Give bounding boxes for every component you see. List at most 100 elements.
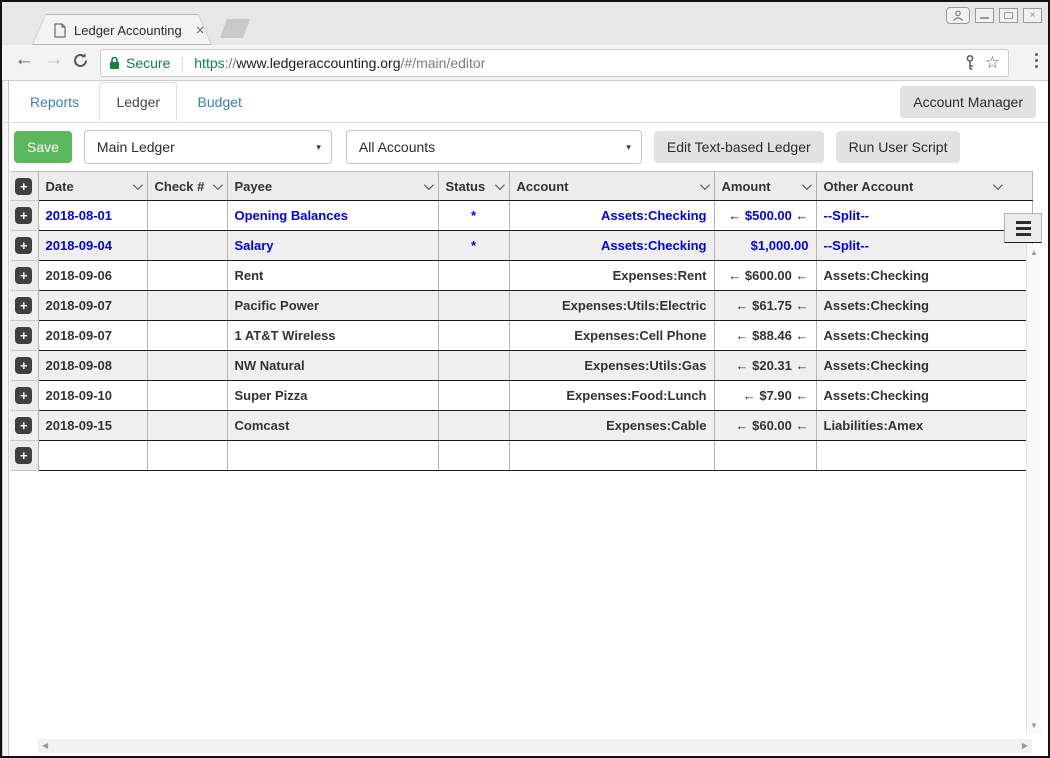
- edit-text-ledger-button[interactable]: Edit Text-based Ledger: [654, 131, 824, 163]
- maximize-button[interactable]: [999, 8, 1018, 23]
- scroll-down-icon[interactable]: ▼: [1030, 721, 1038, 730]
- close-button[interactable]: ×: [1023, 8, 1042, 23]
- cell-date[interactable]: 2018-08-01: [38, 201, 147, 231]
- cell-payee[interactable]: Pacific Power: [227, 291, 438, 321]
- column-header-date[interactable]: Date: [38, 172, 147, 201]
- accounts-select[interactable]: All Accounts ▾: [346, 130, 642, 164]
- cell-status[interactable]: [438, 381, 509, 411]
- cell-other_account[interactable]: Assets:Checking: [816, 321, 1032, 351]
- cell-check[interactable]: [147, 291, 227, 321]
- forward-icon[interactable]: →: [42, 49, 66, 71]
- cell-amount[interactable]: $1,000.00: [714, 231, 816, 261]
- cell-other_account[interactable]: Assets:Checking: [816, 261, 1032, 291]
- cell-status[interactable]: [438, 441, 509, 471]
- add-row-button[interactable]: +: [15, 417, 32, 434]
- cell-payee[interactable]: Super Pizza: [227, 381, 438, 411]
- cell-amount[interactable]: [714, 441, 816, 471]
- add-row-button[interactable]: +: [15, 327, 32, 344]
- cell-account[interactable]: Expenses:Rent: [509, 261, 714, 291]
- cell-amount[interactable]: ← $61.75 ←: [714, 291, 816, 321]
- cell-date[interactable]: [38, 441, 147, 471]
- cell-other_account[interactable]: [816, 441, 1032, 471]
- key-icon[interactable]: [965, 55, 975, 71]
- cell-payee[interactable]: Rent: [227, 261, 438, 291]
- cell-status[interactable]: [438, 291, 509, 321]
- cell-status[interactable]: *: [438, 231, 509, 261]
- cell-other_account[interactable]: --Split--: [816, 231, 1032, 261]
- cell-amount[interactable]: ← $500.00 ←: [714, 201, 816, 231]
- account-manager-button[interactable]: Account Manager: [900, 86, 1036, 118]
- cell-payee[interactable]: Salary: [227, 231, 438, 261]
- cell-amount[interactable]: ← $600.00 ←: [714, 261, 816, 291]
- cell-check[interactable]: [147, 411, 227, 441]
- bookmark-star-icon[interactable]: ☆: [985, 53, 1000, 73]
- add-row-button[interactable]: +: [15, 267, 32, 284]
- add-row-button[interactable]: +: [15, 387, 32, 404]
- cell-account[interactable]: Expenses:Cable: [509, 411, 714, 441]
- tab-close-icon[interactable]: ×: [196, 23, 205, 38]
- cell-amount[interactable]: ← $60.00 ←: [714, 411, 816, 441]
- add-row-button[interactable]: +: [15, 207, 32, 224]
- cell-check[interactable]: [147, 201, 227, 231]
- cell-status[interactable]: [438, 261, 509, 291]
- cell-check[interactable]: [147, 381, 227, 411]
- cell-payee[interactable]: NW Natural: [227, 351, 438, 381]
- horizontal-scrollbar[interactable]: ◀ ▶: [38, 739, 1032, 753]
- cell-payee[interactable]: Comcast: [227, 411, 438, 441]
- tab-ledger[interactable]: Ledger: [99, 82, 177, 121]
- tab-budget[interactable]: Budget: [182, 83, 258, 120]
- vertical-scrollbar[interactable]: ▲ ▼: [1026, 244, 1041, 734]
- cell-other_account[interactable]: --Split--: [816, 201, 1032, 231]
- cell-payee[interactable]: [227, 441, 438, 471]
- add-row-button[interactable]: +: [15, 237, 32, 254]
- cell-account[interactable]: Assets:Checking: [509, 201, 714, 231]
- tab-reports[interactable]: Reports: [14, 83, 95, 120]
- scroll-up-icon[interactable]: ▲: [1030, 248, 1038, 257]
- cell-date[interactable]: 2018-09-06: [38, 261, 147, 291]
- column-header-amount[interactable]: Amount: [714, 172, 816, 201]
- cell-account[interactable]: [509, 441, 714, 471]
- ledger-select[interactable]: Main Ledger ▾: [84, 130, 332, 164]
- cell-account[interactable]: Assets:Checking: [509, 231, 714, 261]
- cell-other_account[interactable]: Assets:Checking: [816, 291, 1032, 321]
- back-icon[interactable]: ←: [12, 49, 36, 71]
- cell-account[interactable]: Expenses:Cell Phone: [509, 321, 714, 351]
- scroll-left-icon[interactable]: ◀: [42, 741, 48, 750]
- cell-payee[interactable]: 1 AT&T Wireless: [227, 321, 438, 351]
- save-button[interactable]: Save: [14, 131, 72, 163]
- reload-icon[interactable]: [72, 52, 96, 69]
- cell-account[interactable]: Expenses:Utils:Gas: [509, 351, 714, 381]
- cell-account[interactable]: Expenses:Utils:Electric: [509, 291, 714, 321]
- cell-amount[interactable]: ← $20.31 ←: [714, 351, 816, 381]
- cell-date[interactable]: 2018-09-10: [38, 381, 147, 411]
- minimize-button[interactable]: [975, 8, 994, 23]
- add-row-button[interactable]: +: [15, 357, 32, 374]
- profile-icon[interactable]: [946, 7, 970, 24]
- add-row-button[interactable]: +: [15, 297, 32, 314]
- add-row-button[interactable]: +: [15, 178, 32, 195]
- cell-date[interactable]: 2018-09-04: [38, 231, 147, 261]
- cell-date[interactable]: 2018-09-08: [38, 351, 147, 381]
- cell-check[interactable]: [147, 261, 227, 291]
- add-row-button[interactable]: +: [15, 447, 32, 464]
- cell-amount[interactable]: ← $88.46 ←: [714, 321, 816, 351]
- cell-other_account[interactable]: Assets:Checking: [816, 381, 1032, 411]
- cell-check[interactable]: [147, 441, 227, 471]
- cell-other_account[interactable]: Liabilities:Amex: [816, 411, 1032, 441]
- cell-status[interactable]: [438, 321, 509, 351]
- cell-date[interactable]: 2018-09-15: [38, 411, 147, 441]
- cell-amount[interactable]: ← $7.90 ←: [714, 381, 816, 411]
- scroll-right-icon[interactable]: ▶: [1022, 741, 1028, 750]
- cell-date[interactable]: 2018-09-07: [38, 291, 147, 321]
- column-header-account[interactable]: Account: [509, 172, 714, 201]
- cell-status[interactable]: *: [438, 201, 509, 231]
- column-header-other_account[interactable]: Other Account: [816, 172, 1032, 201]
- new-tab-button[interactable]: [220, 19, 250, 38]
- browser-menu-icon[interactable]: [1035, 53, 1038, 68]
- column-header-check[interactable]: Check #: [147, 172, 227, 201]
- cell-check[interactable]: [147, 351, 227, 381]
- table-menu-button[interactable]: [1004, 213, 1042, 243]
- run-user-script-button[interactable]: Run User Script: [836, 131, 961, 163]
- url-bar[interactable]: Secure | https://www.ledgeraccounting.or…: [100, 49, 1009, 77]
- cell-date[interactable]: 2018-09-07: [38, 321, 147, 351]
